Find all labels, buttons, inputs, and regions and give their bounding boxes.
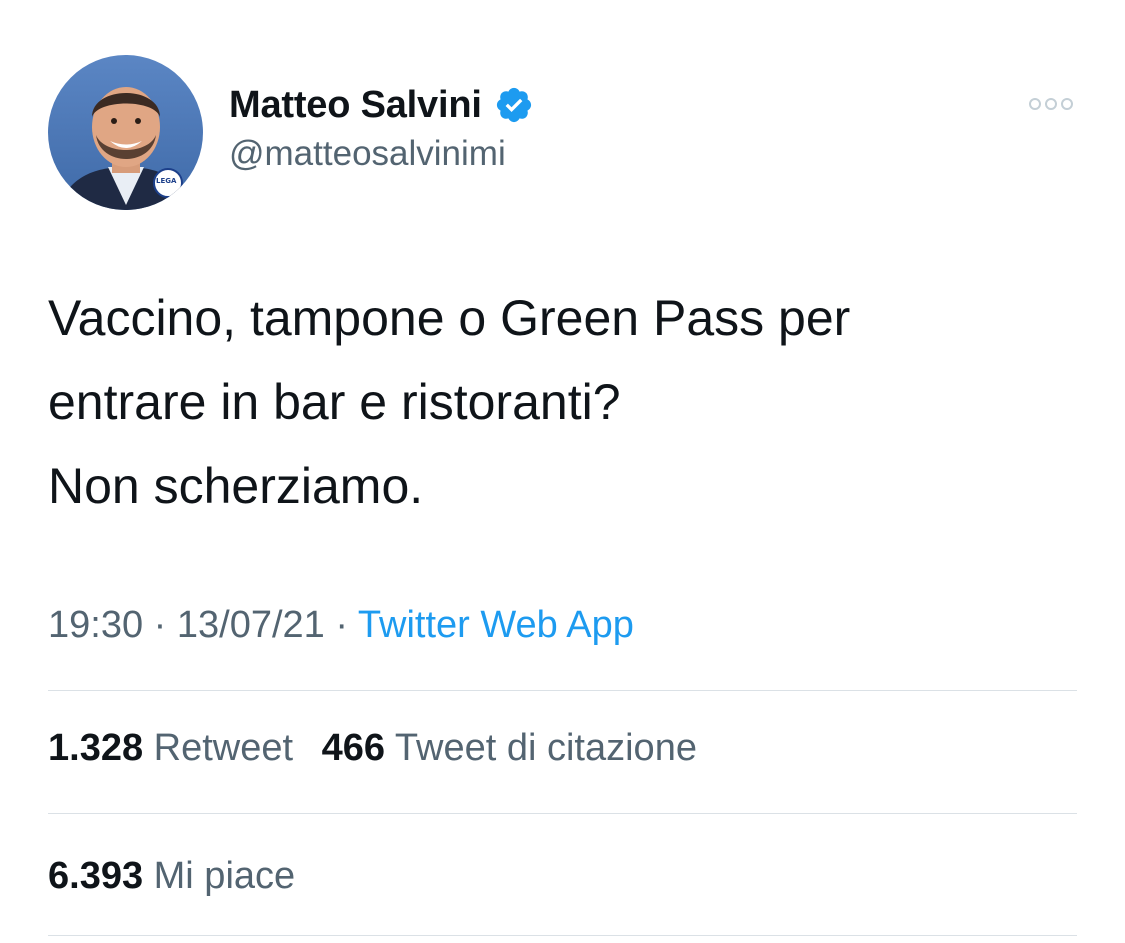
like-count: 6.393 bbox=[48, 855, 144, 897]
tweet-date[interactable]: 13/07/21 bbox=[177, 604, 325, 646]
like-count-link[interactable]: 6.393 Mi piace bbox=[48, 855, 295, 898]
tweet-meta: 19:30 · 13/07/21 · Twitter Web App bbox=[48, 604, 634, 647]
divider bbox=[48, 813, 1077, 814]
like-label: Mi piace bbox=[153, 855, 296, 897]
name-row: Matteo Salvini bbox=[229, 82, 534, 128]
avatar-image bbox=[48, 55, 203, 210]
verified-badge-icon bbox=[494, 85, 534, 125]
tweet-text: Vaccino, tampone o Green Pass per entrar… bbox=[48, 290, 851, 514]
retweet-count-link[interactable]: 1.328 Retweet bbox=[48, 727, 293, 770]
author-block: Matteo Salvini @matteosalvinimi bbox=[229, 82, 534, 174]
tweet-time[interactable]: 19:30 bbox=[48, 604, 143, 646]
divider bbox=[48, 690, 1077, 691]
retweet-count: 1.328 bbox=[48, 727, 144, 769]
meta-separator: · bbox=[153, 604, 167, 646]
stats-row-likes: 6.393 Mi piace bbox=[48, 855, 295, 898]
quote-count-link[interactable]: 466 Tweet di citazione bbox=[322, 727, 697, 770]
avatar-badge-text: LEGA bbox=[156, 177, 177, 185]
quote-count: 466 bbox=[321, 727, 386, 769]
meta-separator: · bbox=[335, 604, 349, 646]
user-handle[interactable]: @matteosalvinimi bbox=[229, 134, 534, 174]
divider bbox=[48, 935, 1077, 936]
avatar[interactable]: LEGA bbox=[48, 55, 203, 210]
stats-row-shares: 1.328 Retweet 466 Tweet di citazione bbox=[48, 727, 697, 770]
retweet-label: Retweet bbox=[153, 727, 294, 769]
display-name[interactable]: Matteo Salvini bbox=[229, 84, 482, 127]
quote-label: Tweet di citazione bbox=[394, 727, 697, 769]
more-horizontal-icon[interactable] bbox=[1029, 92, 1073, 116]
tweet-source-link[interactable]: Twitter Web App bbox=[358, 604, 634, 646]
